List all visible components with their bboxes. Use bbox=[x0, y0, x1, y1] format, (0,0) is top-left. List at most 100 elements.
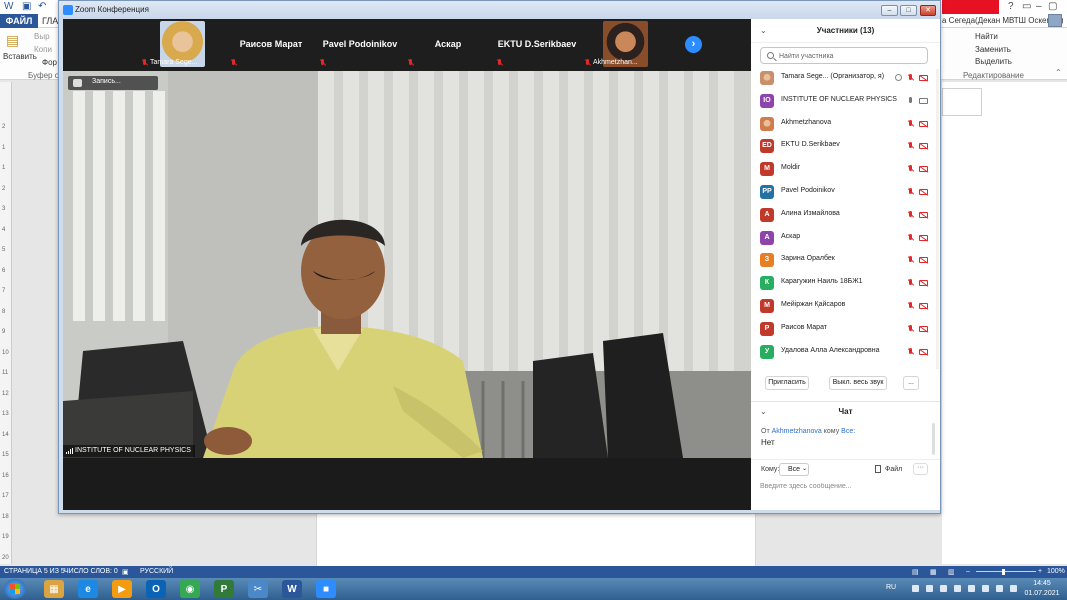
mic-muted-icon[interactable] bbox=[907, 142, 915, 150]
chat-message-input[interactable] bbox=[760, 479, 928, 493]
video-off-icon[interactable] bbox=[919, 75, 928, 81]
video-off-icon[interactable] bbox=[919, 211, 928, 218]
mic-muted-icon[interactable] bbox=[907, 324, 915, 333]
copy-button[interactable]: Копи bbox=[34, 45, 52, 54]
explorer-icon[interactable]: ▦ bbox=[44, 580, 64, 598]
mic-muted-icon[interactable] bbox=[907, 210, 915, 219]
start-button[interactable] bbox=[4, 579, 26, 599]
user-avatar[interactable] bbox=[1048, 14, 1062, 27]
video-off-icon[interactable] bbox=[919, 143, 928, 150]
mic-muted-icon[interactable] bbox=[907, 119, 915, 128]
video-off-icon[interactable] bbox=[919, 303, 928, 309]
word-icon[interactable]: W bbox=[282, 580, 302, 598]
zoom-slider-thumb[interactable] bbox=[1002, 569, 1005, 575]
participant-row[interactable]: ED EKTU D.Serikbaev bbox=[751, 135, 940, 157]
participant-row[interactable]: З Зарина Оралбек bbox=[751, 249, 940, 271]
participant-row[interactable]: Tamara Sege... (Организатор, я) bbox=[751, 67, 940, 89]
ribbon-options-icon[interactable]: ▭ bbox=[1022, 1, 1031, 12]
mute-all-button[interactable]: Выкл. весь звук bbox=[829, 376, 887, 390]
participant-thumbnail[interactable]: Tamara Sege... bbox=[139, 19, 225, 71]
zoom-icon[interactable]: ■ bbox=[316, 580, 336, 598]
zoom-titlebar[interactable]: Zoom Конференция – □ ✕ bbox=[59, 1, 940, 19]
participant-row[interactable]: М Мейіржан Қайсаров bbox=[751, 295, 940, 317]
video-off-icon[interactable] bbox=[919, 348, 928, 355]
mic-muted-icon[interactable] bbox=[907, 165, 915, 173]
mic-muted-icon[interactable] bbox=[907, 302, 915, 310]
web-layout-icon[interactable]: ▥ bbox=[948, 568, 955, 576]
project-icon[interactable]: P bbox=[214, 580, 234, 598]
undo-icon[interactable]: ↶ bbox=[38, 1, 46, 12]
battery-icon[interactable] bbox=[996, 585, 1003, 592]
zoom-close-button[interactable]: ✕ bbox=[920, 5, 936, 16]
outlook-icon[interactable]: O bbox=[146, 580, 166, 598]
zoom-slider[interactable] bbox=[976, 571, 1036, 572]
cut-button[interactable]: Выр bbox=[34, 32, 50, 41]
recording-indicator[interactable]: Запись... bbox=[68, 76, 158, 90]
participants-more-button[interactable]: ... bbox=[903, 376, 919, 390]
snipping-icon[interactable]: ✂ bbox=[248, 580, 268, 598]
participant-thumbnail[interactable]: Раисов Марат bbox=[228, 19, 314, 71]
zoom-out-icon[interactable]: – bbox=[966, 568, 970, 575]
participant-thumbnail[interactable]: Аскар bbox=[405, 19, 491, 71]
tray-app-icon[interactable] bbox=[926, 585, 933, 592]
participant-list-scrollbar[interactable] bbox=[936, 69, 939, 369]
document-page-area[interactable] bbox=[942, 82, 1067, 564]
print-layout-icon[interactable]: ▦ bbox=[930, 568, 937, 576]
tray-app-icon[interactable] bbox=[940, 585, 947, 592]
word-count[interactable]: ЧИСЛО СЛОВ: 0 bbox=[64, 568, 118, 575]
video-camera-icon[interactable] bbox=[919, 97, 928, 104]
zoom-minimize-button[interactable]: – bbox=[881, 5, 898, 16]
paste-icon[interactable]: ▤ bbox=[6, 32, 19, 49]
save-icon[interactable]: ▣ bbox=[22, 1, 31, 12]
mic-muted-icon[interactable] bbox=[907, 233, 915, 242]
paste-button[interactable]: Вставить bbox=[3, 52, 37, 61]
video-off-icon[interactable] bbox=[919, 257, 928, 264]
network-icon[interactable] bbox=[968, 585, 975, 592]
select-button[interactable]: Выделить bbox=[975, 57, 1012, 66]
participant-row[interactable]: PP Pavel Podoinikov bbox=[751, 181, 940, 203]
active-speaker-video[interactable]: Запись... INSTITUTE OF NUCLEAR PHYSICS bbox=[63, 71, 751, 458]
search-input[interactable] bbox=[779, 50, 919, 62]
tray-app-icon[interactable] bbox=[912, 585, 919, 592]
chat-header[interactable]: ⌄ Чат bbox=[751, 401, 940, 421]
clock-time[interactable]: 14:45 bbox=[1022, 580, 1062, 587]
find-button[interactable]: Найти bbox=[975, 32, 998, 41]
ie-icon[interactable]: e bbox=[78, 580, 98, 598]
participant-thumbnail[interactable]: Pavel Podoinikov bbox=[317, 19, 403, 71]
mic-muted-icon[interactable] bbox=[907, 347, 915, 356]
chat-scrollbar[interactable] bbox=[932, 423, 935, 455]
chat-sender[interactable]: Akhmetzhanova bbox=[772, 428, 822, 435]
participant-search[interactable] bbox=[760, 47, 928, 64]
participant-row[interactable]: Akhmetzhanova bbox=[751, 113, 940, 135]
participant-row[interactable]: А Алина Измайлова bbox=[751, 204, 940, 226]
participant-row[interactable]: IO INSTITUTE OF NUCLEAR PHYSICS bbox=[751, 90, 940, 112]
collapse-ribbon-icon[interactable]: ⌃ bbox=[1055, 68, 1062, 77]
participant-row[interactable]: M Moldir bbox=[751, 158, 940, 180]
mic-muted-icon[interactable] bbox=[907, 74, 915, 82]
action-center-icon[interactable] bbox=[982, 585, 989, 592]
proofing-icon[interactable]: ▣ bbox=[122, 568, 129, 576]
clock-date[interactable]: 01.07.2021 bbox=[1022, 590, 1062, 597]
participant-row[interactable]: К Карагужин Наиль 18БЖ1 bbox=[751, 272, 940, 294]
zoom-maximize-button[interactable]: □ bbox=[900, 5, 917, 16]
format-painter-button[interactable]: Фор bbox=[42, 58, 57, 67]
zoom-level[interactable]: 100% bbox=[1047, 568, 1065, 575]
restore-icon[interactable]: ▢ bbox=[1048, 1, 1057, 12]
participants-header[interactable]: ⌄ Участники (13) bbox=[751, 19, 940, 43]
participant-row[interactable]: Р Раисов Марат bbox=[751, 318, 940, 340]
mic-muted-icon[interactable] bbox=[907, 188, 915, 196]
mic-muted-icon[interactable] bbox=[907, 256, 915, 264]
help-icon[interactable]: ? bbox=[1008, 1, 1014, 12]
participant-row[interactable]: А Аскар bbox=[751, 227, 940, 249]
mic-muted-icon[interactable] bbox=[907, 279, 915, 287]
video-off-icon[interactable] bbox=[919, 120, 928, 127]
video-off-icon[interactable] bbox=[919, 189, 928, 195]
volume-icon[interactable] bbox=[1010, 585, 1017, 592]
tab-file[interactable]: ФАЙЛ bbox=[0, 14, 38, 28]
chat-more-button[interactable]: ··· bbox=[913, 463, 928, 475]
replace-button[interactable]: Заменить bbox=[975, 45, 1011, 54]
video-off-icon[interactable] bbox=[919, 234, 928, 241]
participant-thumbnail[interactable]: Akhmetzhan... bbox=[582, 19, 668, 71]
recipient-select[interactable]: Все ⌄ bbox=[779, 463, 809, 476]
chrome-icon[interactable]: ◉ bbox=[180, 580, 200, 598]
